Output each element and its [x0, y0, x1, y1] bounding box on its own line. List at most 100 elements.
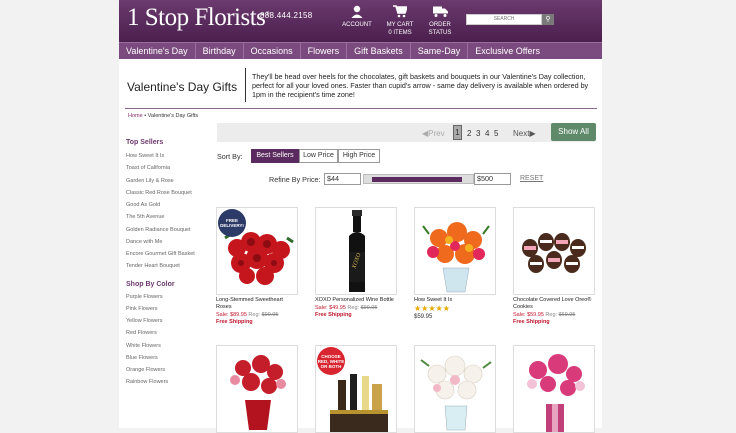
page-5[interactable]: 5	[494, 127, 498, 141]
product-card[interactable]: FREE DELIVERY! Long-Stemmed Sweetheart R…	[216, 207, 298, 326]
rating-stars: ★★★★★	[414, 304, 450, 313]
reset-link[interactable]: RESET	[520, 175, 543, 182]
truck-icon	[432, 6, 448, 17]
sidebar-item[interactable]: Golden Radiance Bouquet	[126, 227, 191, 233]
product-card[interactable]: XOXO XOXO Personalized Wine Bottle Sale:…	[315, 207, 397, 319]
title-divider	[245, 68, 246, 102]
sidebar-item[interactable]: Blue Flowers	[126, 355, 158, 361]
product-image[interactable]	[414, 345, 496, 433]
cookies-image	[522, 233, 586, 273]
sidebar-item[interactable]: Dance with Me	[126, 239, 162, 245]
red-bouquet-image	[230, 355, 286, 430]
sort-best-sellers[interactable]: Best Sellers	[251, 149, 299, 163]
sort-low-price[interactable]: Low Price	[299, 149, 338, 163]
sidebar-item[interactable]: Yellow Flowers	[126, 318, 162, 324]
breadcrumb: Home • Valentine's Day Gifts	[128, 113, 199, 119]
show-all-button[interactable]: Show All	[551, 123, 596, 141]
top-sellers-heading: Top Sellers	[126, 139, 164, 146]
chevron-right-icon: ▶	[529, 129, 536, 138]
nav-occasions[interactable]: Occasions	[244, 43, 301, 59]
nav-birthday[interactable]: Birthday	[196, 43, 244, 59]
price-slider-range[interactable]	[372, 177, 462, 182]
phone-number[interactable]: 888.444.2158	[260, 11, 313, 20]
price-min-input[interactable]: $44	[324, 173, 361, 185]
sidebar-item[interactable]: Tender Heart Bouquet	[126, 263, 180, 269]
page-3[interactable]: 3	[476, 127, 480, 141]
product-price: $59.95	[414, 314, 433, 320]
prev-button[interactable]: ◀Prev	[422, 127, 445, 141]
product-price: Sale: $59.95 Reg: $69.95	[513, 312, 576, 318]
shop-by-color-heading: Shop By Color	[126, 281, 175, 288]
sidebar-item[interactable]: Toast of California	[126, 165, 170, 171]
page-2[interactable]: 2	[467, 127, 471, 141]
sidebar-item[interactable]: Rainbow Flowers	[126, 379, 168, 385]
search-icon: ⚲	[545, 16, 551, 23]
white-lilies-image	[420, 355, 492, 431]
product-image[interactable]	[513, 207, 595, 295]
page: 1 Stop Florists® 888.444.2158 ACCOUNT MY…	[119, 0, 602, 433]
search-button[interactable]: ⚲	[542, 14, 554, 25]
breadcrumb-current: Valentine's Day Gifts	[147, 113, 199, 119]
product-price: Sale: $49.95 Reg: $99.95	[315, 305, 378, 311]
pink-lilies-image	[527, 354, 585, 432]
intro-text: They'll be head over heels for the choco…	[252, 72, 589, 99]
nav-gift-baskets[interactable]: Gift Baskets	[347, 43, 411, 59]
main-nav: Valentine's Day Birthday Occasions Flowe…	[119, 42, 602, 59]
sidebar-item[interactable]: How Sweet It Is	[126, 153, 164, 159]
site-header: 1 Stop Florists® 888.444.2158 ACCOUNT MY…	[119, 0, 602, 42]
account-link[interactable]: ACCOUNT	[341, 5, 373, 29]
product-image[interactable]	[216, 345, 298, 433]
sidebar-item[interactable]: Classic Red Rose Bouquet	[126, 190, 192, 196]
sort-label: Sort By:	[217, 152, 243, 161]
page-title: Valentine's Day Gifts	[127, 80, 238, 94]
order-status-link[interactable]: ORDER STATUS	[426, 5, 454, 37]
product-title[interactable]: Chocolate Covered Love Oreo® Cookies	[513, 297, 595, 311]
nav-valentines[interactable]: Valentine's Day	[119, 43, 196, 59]
product-price: Sale: $89.95 Reg: $99.95	[216, 312, 279, 318]
sidebar-item[interactable]: Purple Flowers	[126, 294, 163, 300]
pagination-bar	[217, 123, 595, 142]
sidebar-item[interactable]: Red Flowers	[126, 330, 157, 336]
nav-exclusive-offers[interactable]: Exclusive Offers	[468, 43, 547, 59]
refine-label: Refine By Price:	[269, 175, 321, 184]
sidebar-item[interactable]: Orange Flowers	[126, 367, 165, 373]
product-image[interactable]: CHOOSE RED, WHITE OR BOTH	[315, 345, 397, 433]
nav-flowers[interactable]: Flowers	[301, 43, 348, 59]
product-title[interactable]: How Sweet It Is	[414, 297, 496, 304]
product-title[interactable]: XOXO Personalized Wine Bottle	[315, 297, 397, 304]
sidebar-item[interactable]: Good As Gold	[126, 202, 160, 208]
nav-same-day[interactable]: Same-Day	[411, 43, 469, 59]
sidebar-item[interactable]: The 5th Avenue	[126, 214, 164, 220]
product-card[interactable]: CHOOSE RED, WHITE OR BOTH	[315, 345, 397, 433]
cart-link[interactable]: MY CART 0 ITEMS	[385, 5, 415, 37]
product-card[interactable]	[216, 345, 298, 433]
breadcrumb-home[interactable]: Home	[128, 113, 143, 119]
product-image[interactable]: XOXO	[315, 207, 397, 295]
section-divider	[125, 108, 597, 109]
page-1[interactable]: 1	[453, 125, 462, 140]
search-input[interactable]: SEARCH	[466, 14, 542, 25]
choose-color-badge: CHOOSE RED, WHITE OR BOTH	[317, 347, 345, 375]
sidebar-item[interactable]: Garden Lily & Rose	[126, 178, 174, 184]
sidebar-item[interactable]: White Flowers	[126, 343, 161, 349]
bouquet-image	[422, 222, 490, 293]
price-max-input[interactable]: $500	[474, 173, 511, 185]
product-image[interactable]: FREE DELIVERY!	[216, 207, 298, 295]
product-card[interactable]	[513, 345, 595, 433]
free-shipping-label: Free Shipping	[315, 312, 352, 318]
free-shipping-label: Free Shipping	[513, 319, 550, 325]
free-shipping-label: Free Shipping	[216, 319, 253, 325]
next-button[interactable]: Next▶	[513, 127, 536, 141]
product-title[interactable]: Long-Stemmed Sweetheart Roses	[216, 297, 298, 311]
sidebar-item[interactable]: Pink Flowers	[126, 306, 157, 312]
sort-high-price[interactable]: High Price	[338, 149, 380, 163]
product-card[interactable]	[414, 345, 496, 433]
page-4[interactable]: 4	[485, 127, 489, 141]
logo[interactable]: 1 Stop Florists®	[127, 4, 270, 32]
cart-icon	[393, 5, 407, 18]
product-card[interactable]: How Sweet It Is ★★★★★ $59.95	[414, 207, 496, 321]
product-card[interactable]: Chocolate Covered Love Oreo® Cookies Sal…	[513, 207, 595, 326]
sidebar-item[interactable]: Encore Gourmet Gift Basket	[126, 251, 195, 257]
product-image[interactable]	[414, 207, 496, 295]
product-image[interactable]	[513, 345, 595, 433]
